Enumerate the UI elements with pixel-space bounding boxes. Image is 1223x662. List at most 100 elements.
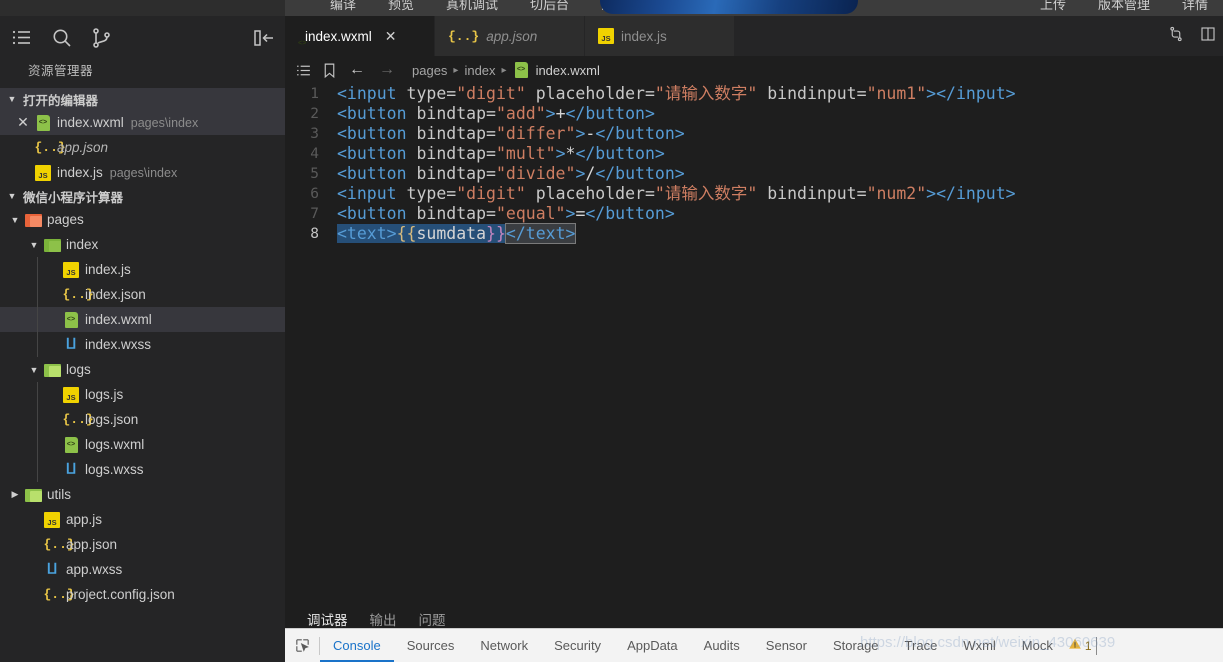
file-tree-item-label: app.wxss	[66, 562, 123, 577]
inspect-element-icon[interactable]	[285, 637, 319, 654]
open-editor-item[interactable]: index.js pages\index	[0, 160, 285, 185]
chevron-down-icon: ▼	[7, 94, 17, 104]
open-editors-header[interactable]: ▼ 打开的编辑器	[0, 88, 285, 110]
editor-tab[interactable]: index.wxml ✕	[285, 16, 435, 56]
topbar-menu-preview[interactable]: 预览	[388, 0, 414, 13]
file-icon-wrap	[598, 28, 614, 44]
editor-tab[interactable]: index.js	[585, 16, 735, 56]
breadcrumb-index[interactable]: index	[464, 63, 495, 78]
collapse-sidebar-icon[interactable]	[252, 26, 276, 50]
top-menu-bar: 编译 预览 真机调试 切后台 清缓存 上传 版本管理 详情	[0, 0, 1223, 16]
file-tree-item[interactable]: logs.js	[0, 382, 285, 407]
open-editor-item[interactable]: {..} app.json	[0, 135, 285, 160]
topbar-menu-version[interactable]: 版本管理	[1098, 0, 1150, 13]
code-line-text[interactable]: <button bindtap="equal">=</button>	[319, 204, 675, 224]
file-tree-item[interactable]: {..} project.config.json	[0, 582, 285, 607]
file-icon-wrap: {..}	[60, 287, 94, 303]
devtools-tab-wxml[interactable]: Wxml	[950, 629, 1009, 662]
file-tree-item[interactable]: index.wxml	[0, 307, 285, 332]
code-line-text[interactable]: <button bindtap="differ">-</button>	[319, 124, 685, 144]
file-tree-item[interactable]: ▼ index	[0, 232, 285, 257]
file-tree-item-label: logs.wxml	[85, 437, 145, 452]
project-header[interactable]: ▼ 微信小程序计算器	[0, 185, 285, 207]
topbar-menu-group-right[interactable]: 上传 版本管理 详情	[1040, 0, 1208, 13]
tok: "differ"	[495, 124, 576, 143]
tok: sumdata	[416, 224, 487, 243]
editor-tab[interactable]: {..} app.json	[435, 16, 585, 56]
topbar-menu-background[interactable]: 切后台	[530, 0, 569, 13]
bookmark-icon[interactable]	[316, 62, 342, 79]
topbar-menu-device-debug[interactable]: 真机调试	[446, 0, 498, 13]
devtools-tab-sources[interactable]: Sources	[394, 629, 468, 662]
topbar-menu-upload[interactable]: 上传	[1040, 0, 1066, 13]
devtools-tab-console[interactable]: Console	[320, 629, 394, 662]
open-changes-icon[interactable]	[1199, 25, 1217, 48]
devtools-tab-network[interactable]: Network	[467, 629, 541, 662]
code-line-text[interactable]: <button bindtap="divide">/</button>	[319, 164, 685, 184]
code-line-text[interactable]: <input type="digit" placeholder="请输入数字" …	[319, 184, 1016, 204]
file-icon-wrap	[60, 261, 82, 278]
file-tree-item[interactable]: ▼ pages	[0, 207, 285, 232]
devtools-tab-mock[interactable]: Mock	[1009, 629, 1066, 662]
file-tree-item[interactable]: app.js	[0, 507, 285, 532]
devtools-tab-audits[interactable]: Audits	[691, 629, 753, 662]
file-tree-item[interactable]: {..} app.json	[0, 532, 285, 557]
split-editor-icon[interactable]	[1167, 25, 1185, 48]
open-editor-item[interactable]: ✕ index.wxml pages\index	[0, 110, 285, 135]
close-icon[interactable]: ✕	[385, 28, 397, 45]
file-tree-item[interactable]: ⨿ index.wxss	[0, 332, 285, 357]
nav-forward-icon[interactable]: →	[372, 61, 402, 79]
topbar-menu-compile[interactable]: 编译	[330, 0, 356, 13]
file-tree-item[interactable]: ▼ logs	[0, 357, 285, 382]
devtools-tab-appdata[interactable]: AppData	[614, 629, 691, 662]
tok: ></input>	[926, 184, 1016, 203]
breadcrumb-separator-icon: ▸	[453, 64, 459, 76]
folder-icon	[24, 213, 42, 227]
breadcrumb-pages[interactable]: pages	[412, 63, 447, 78]
breadcrumb-file[interactable]: index.wxml	[536, 63, 600, 78]
code-line-text[interactable]: <input type="digit" placeholder="请输入数字" …	[319, 84, 1016, 104]
outline-icon[interactable]	[290, 62, 316, 79]
code-line: 1 <input type="digit" placeholder="请输入数字…	[285, 84, 1223, 104]
file-tree-item[interactable]: index.js	[0, 257, 285, 282]
sidebar: 资源管理器 ▼ 打开的编辑器 ✕ index.wxml pages\index {..…	[0, 16, 285, 662]
tok: =	[575, 204, 586, 223]
file-tree-item[interactable]: logs.wxml	[0, 432, 285, 457]
tok: "digit"	[456, 84, 526, 103]
search-icon[interactable]	[50, 26, 74, 50]
devtools-warning-badge[interactable]: 1	[1068, 637, 1092, 654]
file-tree-item[interactable]: {..} index.json	[0, 282, 285, 307]
devtools-tab-trace[interactable]: Trace	[892, 629, 951, 662]
open-editors-list: ✕index.wxmlpages\index{..}app.jsonindex.…	[0, 110, 285, 185]
devtools-tab-storage[interactable]: Storage	[820, 629, 892, 662]
file-icon-wrap: {..}	[41, 587, 75, 603]
code-line-text[interactable]: <button bindtap="mult">*</button>	[319, 144, 665, 164]
file-tree-item[interactable]: ▶ utils	[0, 482, 285, 507]
breadcrumb-separator-icon: ▸	[501, 64, 507, 76]
devtools-tab-sensor[interactable]: Sensor	[753, 629, 820, 662]
code-line: 7 <button bindtap="equal">=</button>	[285, 204, 1223, 224]
nav-back-icon[interactable]: ←	[342, 61, 372, 79]
code-line-text[interactable]: <button bindtap="add">+</button>	[319, 104, 655, 124]
chevron-right-icon[interactable]: ▶	[8, 489, 22, 500]
tree-indent-guide	[37, 257, 38, 282]
chevron-down-icon[interactable]: ▼	[27, 240, 41, 250]
file-tree-item[interactable]: ⨿ logs.wxss	[0, 457, 285, 482]
code-editor[interactable]: 1 <input type="digit" placeholder="请输入数字…	[285, 84, 1223, 604]
file-icon-wrap: {..}	[60, 412, 94, 428]
tree-indent-guide	[37, 407, 38, 432]
devtools-tab-security[interactable]: Security	[541, 629, 614, 662]
tok: >	[555, 144, 566, 163]
code-line-text[interactable]: <text>{{sumdata}}</text>	[319, 223, 577, 244]
file-tree-item[interactable]: ⨿ app.wxss	[0, 557, 285, 582]
topbar-menu-detail[interactable]: 详情	[1182, 0, 1208, 13]
explorer-icon[interactable]	[10, 26, 34, 50]
tok: +	[555, 104, 566, 123]
file-tree-item[interactable]: {..} logs.json	[0, 407, 285, 432]
chevron-down-icon[interactable]: ▼	[27, 365, 41, 375]
file-icon-wrap: {..}	[448, 28, 479, 45]
source-control-icon[interactable]	[90, 26, 114, 50]
close-icon[interactable]: ✕	[14, 114, 32, 131]
topbar-menu-group[interactable]: 编译 预览 真机调试 切后台 清缓存	[330, 0, 640, 13]
chevron-down-icon[interactable]: ▼	[8, 215, 22, 225]
